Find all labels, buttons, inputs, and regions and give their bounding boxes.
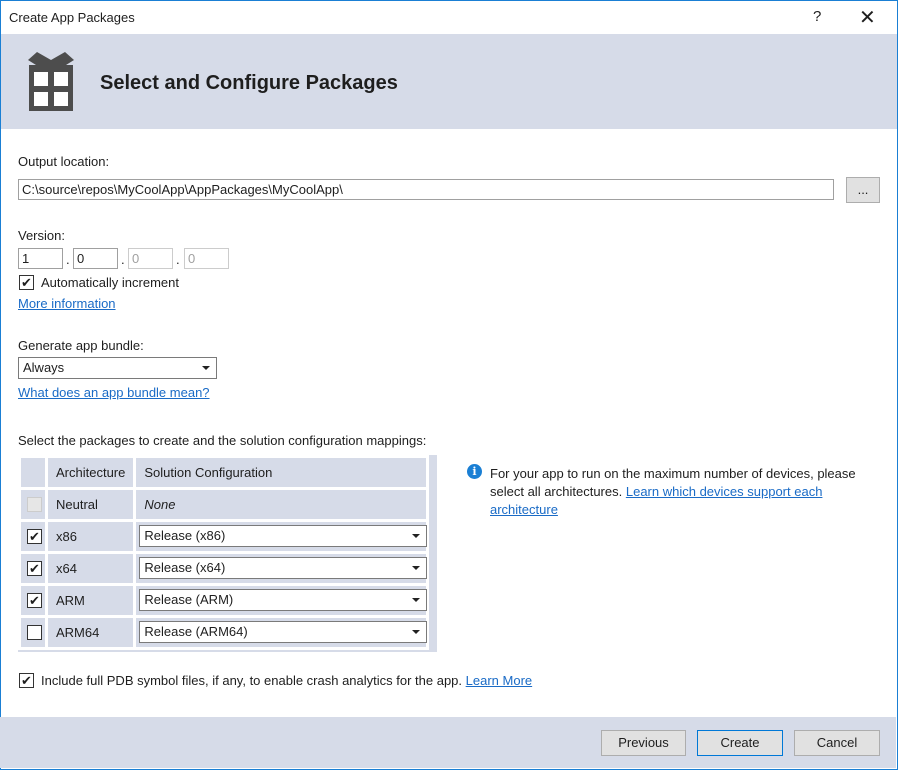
version-dot: .: [176, 252, 180, 267]
config-value: Release (x64): [144, 560, 226, 575]
bundle-value: Always: [23, 360, 65, 375]
auto-increment-label: Automatically increment: [41, 275, 179, 290]
chevron-down-icon: [412, 534, 421, 538]
previous-button[interactable]: Previous: [601, 730, 686, 756]
info-icon: i: [467, 464, 482, 479]
table-row: ✔ x86 Release (x86): [21, 522, 428, 551]
header-architecture: Architecture: [48, 458, 134, 487]
header-solution-configuration: Solution Configuration: [136, 458, 427, 487]
browse-button[interactable]: ...: [846, 177, 880, 203]
chevron-down-icon: [412, 630, 421, 634]
auto-increment-checkbox[interactable]: ✔: [19, 275, 34, 290]
config-value: Release (ARM64): [144, 624, 248, 639]
x64-checkbox[interactable]: ✔: [27, 561, 42, 576]
create-button[interactable]: Create: [697, 730, 783, 756]
info-text: For your app to run on the maximum numbe…: [490, 465, 885, 519]
config-value: Release (x86): [144, 528, 226, 543]
table-header-row: Architecture Solution Configuration: [21, 458, 427, 487]
version-major-input[interactable]: 1: [18, 248, 63, 269]
pdb-checkbox[interactable]: ✔: [19, 673, 34, 688]
chevron-down-icon: [412, 598, 421, 602]
window-title: Create App Packages: [9, 10, 135, 25]
x64-config-dropdown[interactable]: Release (x64): [139, 557, 428, 579]
arch-cell: x64: [48, 554, 134, 583]
config-value: Release (ARM): [144, 592, 234, 607]
pdb-text: Include full PDB symbol files, if any, t…: [41, 673, 463, 688]
x86-checkbox[interactable]: ✔: [27, 529, 42, 544]
table-row: ✔ x64 Release (x64): [21, 554, 428, 583]
page-header: Select and Configure Packages: [1, 34, 897, 129]
help-button[interactable]: ?: [813, 8, 821, 25]
version-label: Version:: [18, 228, 65, 243]
learn-more-link[interactable]: Learn More: [466, 673, 532, 688]
page-title: Select and Configure Packages: [100, 72, 398, 94]
neutral-checkbox: [27, 497, 42, 512]
version-build-input: 0: [128, 248, 173, 269]
bundle-dropdown[interactable]: Always: [18, 357, 217, 379]
table-row: Neutral None: [21, 490, 427, 519]
packages-label: Select the packages to create and the so…: [18, 433, 427, 448]
arch-cell: x86: [48, 522, 134, 551]
close-button[interactable]: ✕: [859, 5, 876, 30]
arm64-config-dropdown[interactable]: Release (ARM64): [139, 621, 428, 643]
output-location-label: Output location:: [18, 154, 110, 169]
arch-cell: ARM64: [48, 618, 134, 647]
config-cell: None: [136, 490, 427, 519]
chevron-down-icon: [202, 366, 210, 370]
x86-config-dropdown[interactable]: Release (x86): [139, 525, 428, 547]
bundle-label: Generate app bundle:: [18, 338, 144, 353]
arm64-checkbox[interactable]: [27, 625, 42, 640]
arch-cell: ARM: [48, 586, 134, 615]
arm-config-dropdown[interactable]: Release (ARM): [139, 589, 428, 611]
more-information-link[interactable]: More information: [18, 296, 116, 311]
output-location-input[interactable]: C:\source\repos\MyCoolApp\AppPackages\My…: [18, 179, 834, 200]
bundle-help-link[interactable]: What does an app bundle mean?: [18, 385, 210, 400]
title-bar: Create App Packages ? ✕: [1, 1, 897, 34]
version-dot: .: [121, 252, 125, 267]
version-minor-input[interactable]: 0: [73, 248, 118, 269]
table-row: ✔ ARM Release (ARM): [21, 586, 428, 615]
packages-table: Architecture Solution Configuration Neutr…: [18, 455, 430, 650]
arch-cell: Neutral: [48, 490, 134, 519]
version-revision-input: 0: [184, 248, 229, 269]
version-dot: .: [66, 252, 70, 267]
chevron-down-icon: [412, 566, 421, 570]
arm-checkbox[interactable]: ✔: [27, 593, 42, 608]
cancel-button[interactable]: Cancel: [794, 730, 880, 756]
gift-icon: [28, 52, 74, 111]
table-row: ARM64 Release (ARM64): [21, 618, 428, 647]
pdb-label: Include full PDB symbol files, if any, t…: [41, 673, 532, 688]
